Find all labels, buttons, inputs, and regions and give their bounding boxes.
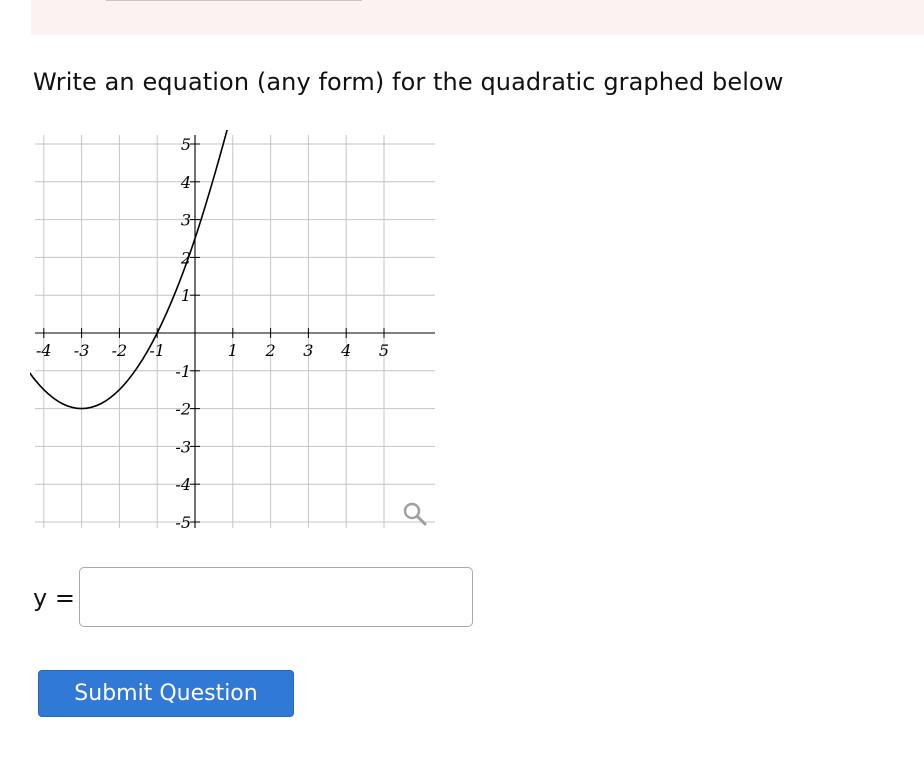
x-tick-label: -3 bbox=[74, 341, 90, 360]
graph-grid bbox=[35, 135, 435, 528]
y-tick-label: 3 bbox=[181, 211, 191, 230]
y-tick-label: -1 bbox=[175, 362, 191, 381]
quadratic-graph: -5-4-3-2-11234554321-1-2-3-4-5 bbox=[30, 130, 435, 532]
graph-axes bbox=[35, 135, 435, 528]
x-tick-label: 4 bbox=[340, 341, 351, 360]
parabola-curve bbox=[30, 130, 228, 410]
question-prompt: Write an equation (any form) for the qua… bbox=[33, 68, 784, 96]
y-tick-label: -4 bbox=[175, 475, 191, 494]
y-tick-label: 5 bbox=[181, 135, 191, 154]
y-tick-label: -3 bbox=[175, 437, 191, 456]
y-tick-label: 1 bbox=[181, 286, 191, 305]
x-tick-label: 2 bbox=[265, 341, 276, 360]
top-banner bbox=[31, 0, 924, 35]
x-tick-label: 3 bbox=[303, 341, 313, 360]
y-tick-label: -2 bbox=[175, 400, 191, 419]
y-tick-label: -5 bbox=[175, 513, 191, 532]
y-tick-label: 4 bbox=[180, 173, 191, 192]
banner-divider bbox=[106, 0, 362, 1]
answer-input[interactable] bbox=[79, 567, 473, 627]
submit-question-button[interactable]: Submit Question bbox=[38, 670, 294, 717]
x-tick-label: -4 bbox=[36, 341, 52, 360]
x-tick-label: 1 bbox=[228, 341, 238, 360]
x-tick-label: -2 bbox=[112, 341, 128, 360]
answer-label: y = bbox=[33, 584, 75, 612]
magnifier-icon[interactable] bbox=[398, 498, 432, 532]
x-tick-label: 5 bbox=[379, 341, 389, 360]
